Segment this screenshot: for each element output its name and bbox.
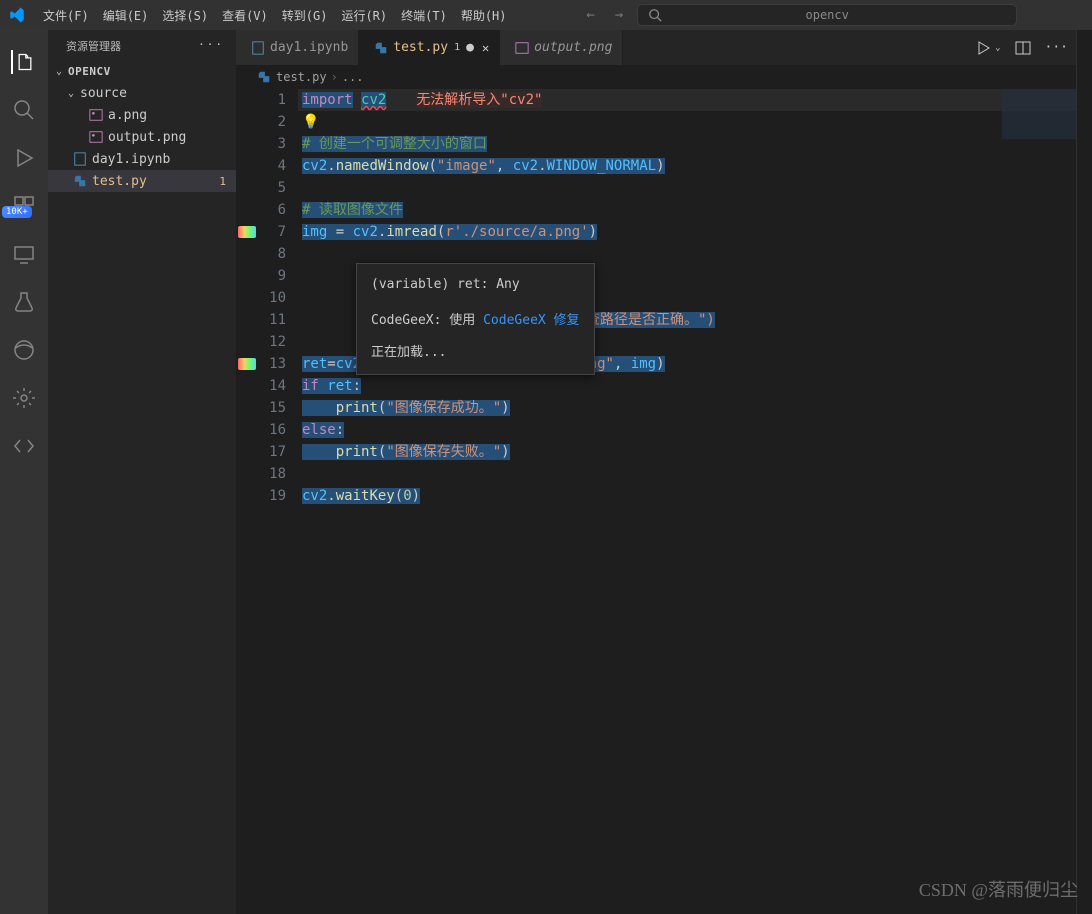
inline-error: 无法解析导入"cv2"	[416, 92, 542, 108]
code-brackets-icon[interactable]	[12, 434, 36, 458]
image-file-icon	[88, 129, 104, 145]
watermark: CSDN @落雨便归尘	[919, 876, 1078, 902]
search-icon	[648, 8, 662, 22]
editor-area: day1.ipynb test.py 1 ● ✕ output.png ⌄ ··…	[236, 30, 1076, 914]
activity-bar	[0, 30, 48, 914]
notebook-file-icon	[72, 151, 88, 167]
code-token: # 创建一个可调整大小的窗口	[302, 136, 487, 152]
tree-root[interactable]: ⌄ OPENCV	[48, 60, 236, 82]
tree-folder-source[interactable]: ⌄ source	[48, 82, 236, 104]
explorer-icon[interactable]	[11, 50, 35, 74]
testing-icon[interactable]	[12, 290, 36, 314]
edge-icon[interactable]	[12, 338, 36, 362]
tab-outputpng[interactable]: output.png	[500, 30, 623, 65]
more-actions-icon[interactable]: ···	[1045, 40, 1068, 55]
image-file-icon	[88, 107, 104, 123]
hover-codegeex: CodeGeeX: 使用 CodeGeeX 修复	[371, 310, 580, 332]
remote-icon[interactable]	[12, 242, 36, 266]
sidebar-more-icon[interactable]: ···	[198, 38, 224, 54]
tab-testpy[interactable]: test.py 1 ● ✕	[359, 30, 500, 65]
breadcrumb[interactable]: test.py › ...	[236, 65, 1076, 89]
python-file-icon	[373, 40, 389, 56]
search-text: opencv	[806, 8, 849, 22]
vscode-logo-icon	[8, 6, 26, 24]
line-numbers: 123 456 789 101112 131415 161718 19	[258, 89, 298, 914]
lightbulb-icon[interactable]: 💡	[302, 114, 319, 130]
run-icon[interactable]	[975, 40, 991, 56]
right-rail	[1076, 30, 1092, 914]
chevron-right-icon: ›	[331, 70, 338, 84]
split-editor-icon[interactable]	[1015, 40, 1031, 56]
tree-file-testpy[interactable]: test.py 1	[48, 170, 236, 192]
code-token: # 读取图像文件	[302, 202, 403, 218]
file-tree: ⌄ OPENCV ⌄ source a.png output.png day1.…	[48, 60, 236, 192]
notebook-file-icon	[250, 40, 266, 56]
titlebar: 文件(F) 编辑(E) 选择(S) 查看(V) 转到(G) 运行(R) 终端(T…	[0, 0, 1092, 30]
menu-view[interactable]: 查看(V)	[215, 7, 275, 24]
minimap[interactable]	[1002, 89, 1076, 139]
image-file-icon	[514, 40, 530, 56]
sidebar: 资源管理器 ··· ⌄ OPENCV ⌄ source a.png output…	[48, 30, 236, 914]
chevron-down-icon: ⌄	[68, 88, 80, 99]
run-debug-icon[interactable]	[12, 146, 36, 170]
tab-warning-badge: 1	[454, 42, 460, 53]
menu-file[interactable]: 文件(F)	[36, 7, 96, 24]
menu-help[interactable]: 帮助(H)	[454, 7, 514, 24]
dirty-dot-icon: ●	[466, 40, 474, 55]
badge-10k: 10K+	[2, 206, 32, 218]
nav-forward-icon[interactable]: →	[609, 7, 629, 23]
close-tab-icon[interactable]: ✕	[482, 41, 489, 55]
menu-run[interactable]: 运行(R)	[334, 7, 394, 24]
hover-tooltip: (variable) ret: Any CodeGeeX: 使用 CodeGee…	[356, 263, 595, 375]
code-token: import	[302, 92, 353, 108]
tab-day1[interactable]: day1.ipynb	[236, 30, 359, 65]
gutter-decoration-icon[interactable]	[236, 353, 258, 375]
settings-gear-icon[interactable]	[12, 386, 36, 410]
run-dropdown-icon[interactable]: ⌄	[995, 43, 1000, 53]
gutter-decoration-icon[interactable]	[236, 221, 258, 243]
tree-file-apng[interactable]: a.png	[48, 104, 236, 126]
hover-signature: (variable) ret: Any	[371, 274, 580, 296]
tree-file-day1[interactable]: day1.ipynb	[48, 148, 236, 170]
menu-go[interactable]: 转到(G)	[275, 7, 335, 24]
warning-count: 1	[219, 175, 226, 188]
code-editor[interactable]: 123 456 789 101112 131415 161718 19 impo…	[236, 89, 1076, 914]
tab-bar: day1.ipynb test.py 1 ● ✕ output.png ⌄ ··…	[236, 30, 1076, 65]
chevron-down-icon: ⌄	[56, 66, 68, 77]
menu-edit[interactable]: 编辑(E)	[96, 7, 156, 24]
search-nav-icon[interactable]	[12, 98, 36, 122]
code-token: cv2	[361, 92, 386, 108]
nav-back-icon[interactable]: ←	[580, 7, 600, 23]
menu-terminal[interactable]: 终端(T)	[394, 7, 454, 24]
python-file-icon	[256, 69, 272, 85]
hover-loading: 正在加载...	[371, 342, 580, 364]
python-file-icon	[72, 173, 88, 189]
tree-file-outputpng[interactable]: output.png	[48, 126, 236, 148]
command-center[interactable]: opencv	[637, 4, 1017, 26]
menu-selection[interactable]: 选择(S)	[155, 7, 215, 24]
codegeex-fix-link[interactable]: CodeGeeX 修复	[483, 313, 579, 328]
sidebar-title: 资源管理器	[66, 38, 121, 54]
